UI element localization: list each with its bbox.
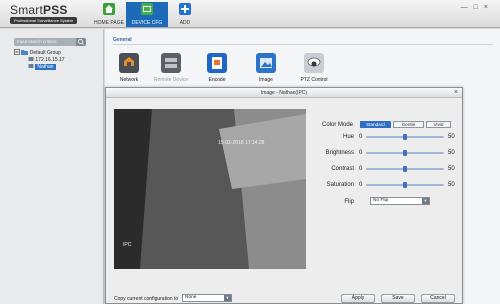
device-tree: Default Group 172.16.15.17 Nathan <box>14 49 65 70</box>
hue-min: 0 <box>359 134 363 140</box>
color-mode-vivid[interactable]: Vivid <box>426 121 451 128</box>
tile-label: Network <box>119 77 139 83</box>
app-name: SmartPSS <box>10 3 68 17</box>
search-icon[interactable] <box>76 38 86 46</box>
camera-feed-image <box>114 109 306 269</box>
app-logo: SmartPSS Professional Surveillance Syste… <box>10 3 78 24</box>
nav-label: ADD <box>179 20 191 26</box>
apply-button[interactable]: Apply <box>341 294 375 303</box>
saturation-slider-handle[interactable] <box>403 182 407 188</box>
device-icon <box>28 57 34 61</box>
section-title: General <box>113 37 132 43</box>
device-icon <box>28 64 34 68</box>
app-subtitle: Professional Surveillance System <box>10 17 78 24</box>
chevron-down-icon[interactable]: ▼ <box>422 198 429 204</box>
nav-home-page[interactable]: HOME PAGE <box>88 2 130 27</box>
video-preview: 15-02-2018 17:14:28 IPC <box>114 109 306 269</box>
close-window-button[interactable]: × <box>484 4 494 11</box>
video-overlay-text: IPC <box>123 242 132 248</box>
dialog-title: Image - Nathan(IPC) <box>260 90 308 96</box>
dialog-header: Image - Nathan(IPC) × <box>106 88 462 98</box>
nav-device-cfg[interactable]: DEVICE CFG <box>126 2 168 27</box>
network-icon <box>119 53 139 73</box>
saturation-label: Saturation <box>326 182 354 188</box>
tree-group[interactable]: Default Group <box>14 49 65 56</box>
tile-remote-device[interactable]: Remote Device <box>151 53 191 83</box>
home-icon <box>103 3 115 15</box>
hue-max: 50 <box>448 134 455 140</box>
title-bar: SmartPSS Professional Surveillance Syste… <box>0 0 500 28</box>
cancel-button[interactable]: Cancel <box>421 294 455 303</box>
maximize-button[interactable]: □ <box>474 4 484 11</box>
section-divider <box>113 44 493 45</box>
flip-value: No Flip <box>373 198 389 203</box>
tree-label: Nathan <box>35 64 56 70</box>
search-input[interactable]: Input search criteria <box>14 38 84 46</box>
window-controls: —□× <box>461 4 494 11</box>
tile-network[interactable]: Network <box>109 53 149 83</box>
image-settings-dialog: Image - Nathan(IPC) × 15-02-2018 17:14:2… <box>105 87 463 304</box>
close-icon[interactable]: × <box>454 88 458 98</box>
save-button[interactable]: Save <box>381 294 415 303</box>
hue-label: Hue <box>342 134 354 140</box>
device-sidebar: Input search criteria Default Group 172.… <box>0 29 104 304</box>
nav-label: DEVICE CFG <box>131 20 163 26</box>
contrast-max: 50 <box>448 166 455 172</box>
tile-label: PTZ Control <box>300 77 328 83</box>
color-mode-gentle[interactable]: Gentle <box>393 121 424 128</box>
contrast-slider-handle[interactable] <box>403 166 407 172</box>
image-icon <box>256 53 276 73</box>
video-timestamp: 15-02-2018 17:14:28 <box>218 140 265 146</box>
nav-add[interactable]: ADD <box>164 2 206 27</box>
remote-device-icon <box>161 53 181 73</box>
hue-slider-handle[interactable] <box>403 134 407 140</box>
copy-config-value: None <box>185 295 197 300</box>
flip-label: Flip <box>344 199 354 205</box>
tile-image[interactable]: Image <box>246 53 286 83</box>
tile-encode[interactable]: Encode <box>197 53 237 83</box>
tile-label: Remote Device <box>153 77 189 83</box>
copy-config-label: Copy current configuration to <box>114 296 179 302</box>
tree-device-selected[interactable]: Nathan <box>14 63 65 70</box>
ptz-control-icon <box>304 53 324 73</box>
collapse-icon[interactable] <box>14 49 20 55</box>
saturation-max: 50 <box>448 182 455 188</box>
encode-icon <box>207 53 227 73</box>
contrast-label: Contrast <box>331 166 354 172</box>
color-mode-standard[interactable]: Standard <box>360 121 391 128</box>
color-mode-label: Color Mode <box>321 122 353 128</box>
folder-icon <box>21 50 29 55</box>
device-config-icon <box>141 3 153 15</box>
nav-label: HOME PAGE <box>94 20 124 26</box>
chevron-down-icon[interactable]: ▼ <box>224 295 231 301</box>
copy-config-select[interactable]: None ▼ <box>182 294 232 302</box>
brightness-min: 0 <box>359 150 363 156</box>
saturation-min: 0 <box>359 182 363 188</box>
tile-label: Encode <box>208 77 226 83</box>
brightness-max: 50 <box>448 150 455 156</box>
add-icon <box>179 3 191 15</box>
minimize-button[interactable]: — <box>461 4 474 11</box>
tree-device[interactable]: 172.16.15.17 <box>14 56 65 63</box>
flip-select[interactable]: No Flip ▼ <box>370 197 430 205</box>
contrast-min: 0 <box>359 166 363 172</box>
tile-label: Image <box>259 77 273 83</box>
tile-ptz-control[interactable]: PTZ Control <box>294 53 334 83</box>
brightness-label: Brightness <box>325 150 354 156</box>
brightness-slider-handle[interactable] <box>403 150 407 156</box>
